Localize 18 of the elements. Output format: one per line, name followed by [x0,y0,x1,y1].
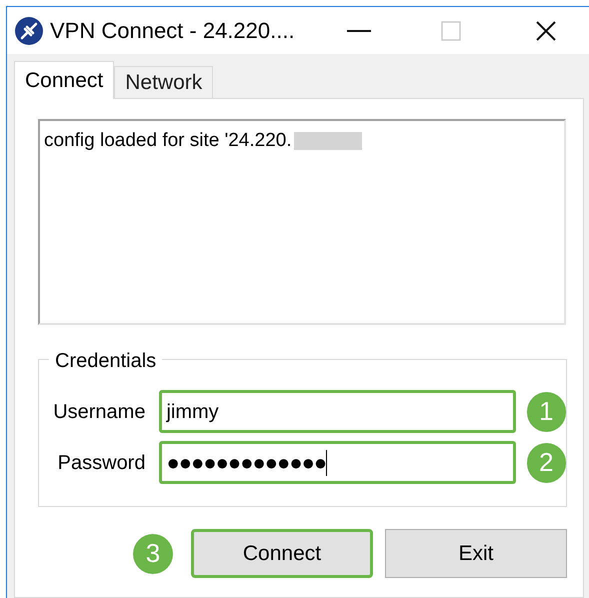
window-title: VPN Connect - 24.220.... [50,17,295,45]
step-badge: 1 [526,392,566,432]
minimize-icon[interactable] [347,28,371,32]
step-badge: 3 [133,534,173,574]
field-label: Username [52,400,146,424]
username-field[interactable]: jimmy [159,390,516,433]
tab[interactable]: Connect [14,61,114,99]
step-badge: 2 [526,442,566,482]
dialog-button[interactable]: Connect [191,529,373,578]
field-label: Password [56,450,146,476]
plug-icon [14,16,44,46]
tab[interactable]: Network [114,66,214,98]
dialog-button[interactable]: Exit [385,529,567,578]
field-value: jimmy [166,400,219,424]
close-icon[interactable] [535,20,557,42]
password-field[interactable]: ●●●●●●●●●●●●● [159,441,516,484]
field-value: ●●●●●●●●●●●●● [166,452,326,474]
log-line: config loaded for site '24.220. [44,129,292,153]
